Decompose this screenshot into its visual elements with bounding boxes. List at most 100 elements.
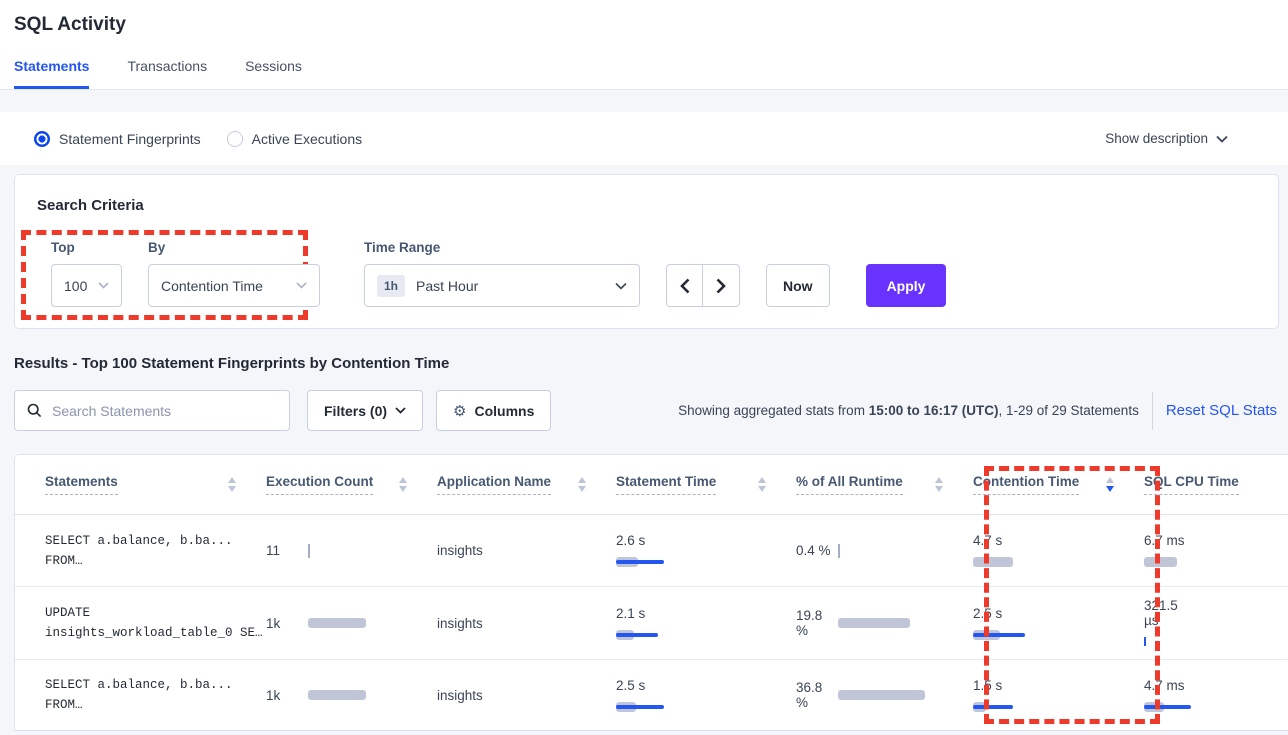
gear-icon: ⚙ <box>453 402 466 420</box>
statement-time-cell: 2.6 s <box>616 532 796 569</box>
stddev-bar <box>616 560 664 564</box>
table-row[interactable]: SELECT a.balance, b.ba... FROM… 11 insig… <box>15 515 1288 587</box>
contention-time-cell: 2.5 s <box>973 605 1144 642</box>
now-button[interactable]: Now <box>766 264 830 307</box>
mean-bar <box>973 557 1013 567</box>
pct-runtime-cell: 19.8 % <box>796 608 973 638</box>
time-range-value: Past Hour <box>416 278 478 294</box>
table-header-row: Statements Execution Count Application N… <box>15 455 1288 515</box>
radio-unselected-icon[interactable] <box>227 131 243 147</box>
execution-count-cell: 11 <box>266 543 437 558</box>
chevron-right-icon <box>716 278 726 294</box>
reset-sql-stats-link[interactable]: Reset SQL Stats <box>1166 402 1277 419</box>
view-toggle-bar: Statement Fingerprints Active Executions… <box>0 112 1288 165</box>
application-name-cell: insights <box>437 688 616 703</box>
time-step-buttons <box>666 264 740 307</box>
column-header-application-name[interactable]: Application Name <box>437 474 616 495</box>
page-title: SQL Activity <box>14 14 1288 36</box>
radio-statement-fingerprints[interactable]: Statement Fingerprints <box>34 131 201 147</box>
sort-icon[interactable] <box>228 477 236 492</box>
column-header-execution-count[interactable]: Execution Count <box>266 474 437 495</box>
filters-label: Filters (0) <box>324 403 387 419</box>
execution-count-cell: 1k <box>266 616 437 631</box>
sql-cpu-time-cell: 321.5 µs <box>1144 598 1288 649</box>
column-header-pct-runtime[interactable]: % of All Runtime <box>796 474 973 495</box>
chevron-down-icon <box>296 282 307 289</box>
by-select-value: Contention Time <box>161 278 263 294</box>
chevron-left-icon <box>680 278 690 294</box>
statement-fingerprint-link[interactable]: UPDATE insights_workload_table_0 SE… <box>15 603 266 643</box>
sql-cpu-time-cell: 6.7 ms <box>1144 532 1288 569</box>
sort-icon[interactable] <box>758 477 766 492</box>
column-header-sql-cpu-time[interactable]: SQL CPU Time <box>1144 474 1288 495</box>
time-range-select[interactable]: 1h Past Hour <box>364 264 640 307</box>
stddev-bar <box>973 705 1013 709</box>
sort-icon[interactable] <box>935 477 943 492</box>
count-bar <box>308 618 366 628</box>
stddev-bar <box>973 633 1025 637</box>
column-header-statement-time[interactable]: Statement Time <box>616 474 796 495</box>
sort-icon[interactable] <box>578 477 586 492</box>
page-header: SQL Activity Statements Transactions Ses… <box>0 0 1288 90</box>
statement-time-cell: 2.1 s <box>616 605 796 642</box>
top-select-value: 100 <box>64 278 87 294</box>
time-range-label: Time Range <box>364 240 640 255</box>
radio-label: Active Executions <box>252 131 363 147</box>
pct-tick-bar <box>838 544 840 558</box>
previous-time-button[interactable] <box>667 265 703 306</box>
next-time-button[interactable] <box>703 265 739 306</box>
cpu-tick-bar <box>1144 637 1146 646</box>
chevron-down-icon <box>98 282 109 289</box>
column-header-statements[interactable]: Statements <box>15 474 266 495</box>
view-radio-group: Statement Fingerprints Active Executions <box>34 131 362 147</box>
table-row[interactable]: UPDATE insights_workload_table_0 SE… 1k … <box>15 587 1288 660</box>
column-header-contention-time[interactable]: Contention Time <box>973 474 1144 495</box>
tab-sessions[interactable]: Sessions <box>245 58 302 89</box>
statement-fingerprint-link[interactable]: SELECT a.balance, b.ba... FROM… <box>15 675 266 715</box>
chevron-down-icon <box>395 407 406 414</box>
sort-icon-active-desc[interactable] <box>1106 477 1114 492</box>
radio-selected-icon[interactable] <box>34 131 50 147</box>
stddev-bar <box>616 633 658 637</box>
stddev-bar <box>616 705 664 709</box>
count-bar <box>308 690 366 700</box>
radio-active-executions[interactable]: Active Executions <box>227 131 363 147</box>
statement-time-cell: 2.5 s <box>616 677 796 714</box>
contention-time-cell: 1.5 s <box>973 677 1144 714</box>
count-tick-bar <box>308 544 310 558</box>
contention-time-cell: 4.7 s <box>973 532 1144 569</box>
columns-label: Columns <box>474 403 534 419</box>
vertical-divider <box>1152 392 1153 430</box>
showing-stats-text: Showing aggregated stats from 15:00 to 1… <box>678 403 1139 418</box>
radio-label: Statement Fingerprints <box>59 131 201 147</box>
statement-fingerprint-link[interactable]: SELECT a.balance, b.ba... FROM… <box>15 531 266 571</box>
tab-bar: Statements Transactions Sessions <box>14 58 1288 89</box>
pct-bar <box>838 690 925 700</box>
tab-statements[interactable]: Statements <box>14 58 89 89</box>
table-row[interactable]: SELECT a.balance, b.ba... FROM… 1k insig… <box>15 660 1288 730</box>
execution-count-cell: 1k <box>266 688 437 703</box>
search-statements-input[interactable] <box>52 403 252 419</box>
columns-button[interactable]: ⚙ Columns <box>436 390 551 431</box>
pct-runtime-cell: 0.4 % <box>796 543 973 558</box>
show-description-toggle[interactable]: Show description <box>1105 131 1228 146</box>
pct-runtime-cell: 36.8 % <box>796 680 973 710</box>
search-criteria-heading: Search Criteria <box>37 197 1256 214</box>
filters-button[interactable]: Filters (0) <box>307 390 423 431</box>
apply-button[interactable]: Apply <box>866 264 947 307</box>
pct-bar <box>838 618 910 628</box>
application-name-cell: insights <box>437 543 616 558</box>
stddev-bar <box>1144 705 1191 709</box>
chevron-down-icon <box>1216 135 1228 143</box>
results-toolbar: Filters (0) ⚙ Columns Showing aggregated… <box>14 390 1279 431</box>
statement-search-box[interactable] <box>14 390 290 431</box>
top-select[interactable]: 100 <box>51 264 122 307</box>
by-select[interactable]: Contention Time <box>148 264 320 307</box>
tab-transactions[interactable]: Transactions <box>127 58 207 89</box>
chevron-down-icon <box>615 282 627 290</box>
application-name-cell: insights <box>437 616 616 631</box>
search-criteria-card: Search Criteria Top 100 By Contention Ti… <box>14 174 1279 329</box>
sort-icon[interactable] <box>399 477 407 492</box>
time-range-badge: 1h <box>377 275 405 297</box>
by-label: By <box>148 240 338 255</box>
